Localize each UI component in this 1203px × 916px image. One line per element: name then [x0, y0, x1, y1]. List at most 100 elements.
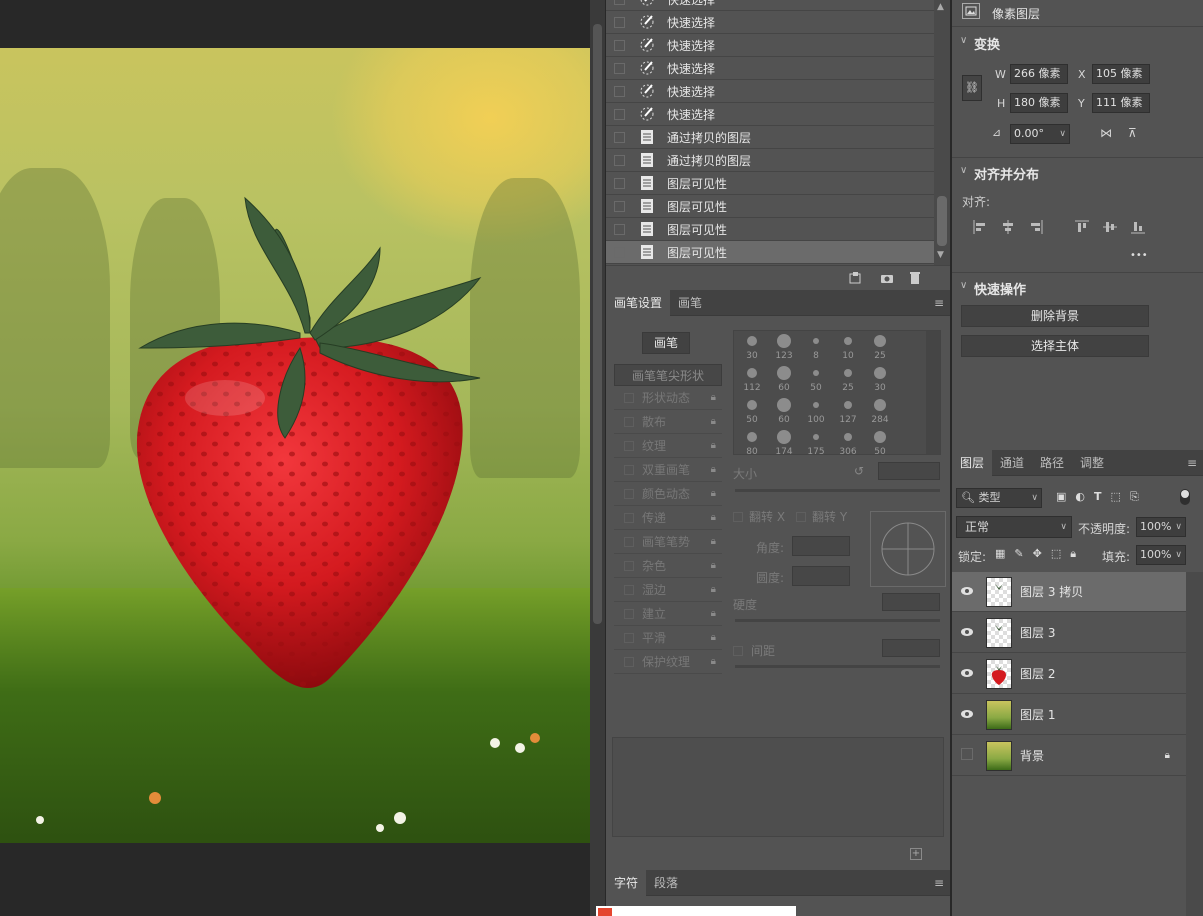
history-snapshot-checkbox[interactable]	[614, 0, 625, 5]
brush-option-item[interactable]: 杂色 🔒︎	[614, 554, 722, 578]
scroll-thumb[interactable]	[593, 24, 602, 624]
align-bottom-icon[interactable]	[1124, 220, 1152, 234]
brush-option-checkbox[interactable]	[624, 608, 634, 619]
brush-option-item[interactable]: 颜色动态 🔒︎	[614, 482, 722, 506]
flip-horizontal-icon[interactable]: ⋈	[1100, 126, 1112, 140]
lock-all-icon[interactable]: 🔒︎	[1070, 547, 1076, 561]
history-snapshot-checkbox[interactable]	[614, 223, 625, 235]
align-vertical-center-icon[interactable]	[1096, 220, 1124, 234]
brush-option-item[interactable]: 双重画笔 🔒︎	[614, 458, 722, 482]
spacing-input[interactable]	[882, 639, 940, 657]
lock-icon[interactable]: 🔒︎	[711, 632, 716, 643]
flip-y-option[interactable]: 翻转 Y	[796, 508, 847, 525]
history-snapshot-checkbox[interactable]	[614, 108, 625, 120]
eye-icon[interactable]	[952, 626, 982, 640]
panel-menu-icon[interactable]: ≡	[934, 876, 944, 890]
reset-icon[interactable]: ↺	[854, 464, 864, 478]
brush-option-item[interactable]: 湿边 🔒︎	[614, 578, 722, 602]
lock-icon[interactable]: 🔒︎	[711, 536, 716, 547]
brush-preset[interactable]: 127	[832, 395, 864, 427]
brush-preset[interactable]: 30	[864, 363, 896, 395]
tab-channels[interactable]: 通道	[992, 450, 1032, 476]
angle-input[interactable]	[792, 536, 850, 556]
brush-preset[interactable]: 80	[736, 427, 768, 454]
canvas-scrollbar[interactable]	[590, 0, 605, 916]
brush-preset[interactable]: 174	[768, 427, 800, 454]
lock-icon[interactable]: 🔒︎	[711, 560, 716, 571]
panel-menu-icon[interactable]: ≡	[1187, 456, 1197, 470]
layer-row[interactable]: 图层 3 拷贝	[952, 572, 1186, 612]
tab-layers[interactable]: 图层	[952, 449, 993, 476]
brush-preset-grid[interactable]: 30 123 8 10 25 112 60 50 25 30 50 60 100 127 284 80 174 1…	[733, 330, 941, 455]
brush-option-checkbox[interactable]	[624, 488, 634, 499]
brush-preset[interactable]: 50	[800, 363, 832, 395]
lock-position-icon[interactable]: ✥	[1033, 547, 1042, 561]
lock-icon[interactable]: 🔒︎	[711, 440, 716, 451]
spacing-slider[interactable]	[735, 665, 940, 668]
scroll-thumb[interactable]	[937, 196, 947, 246]
lock-icon[interactable]: 🔒︎	[711, 656, 716, 667]
x-input[interactable]: 105 像素	[1092, 64, 1150, 84]
tab-brushes[interactable]: 画笔	[670, 290, 710, 316]
history-item[interactable]: 图层可见性	[606, 241, 934, 264]
brush-preset[interactable]: 30	[736, 331, 768, 363]
brush-option-checkbox[interactable]	[624, 656, 634, 667]
chevron-down-icon[interactable]: ∨	[960, 280, 967, 291]
tab-character[interactable]: 字符	[606, 869, 647, 896]
brush-option-item[interactable]: 传递 🔒︎	[614, 506, 722, 530]
tab-adjustments[interactable]: 调整	[1072, 450, 1112, 476]
lock-icon[interactable]: 🔒︎	[711, 416, 716, 427]
brush-option-item[interactable]: 画笔笔势 🔒︎	[614, 530, 722, 554]
brush-option-checkbox[interactable]	[624, 440, 634, 451]
canvas-image[interactable]	[0, 48, 590, 843]
history-item[interactable]: 通过拷贝的图层	[606, 149, 934, 172]
visibility-off-icon[interactable]	[952, 748, 982, 763]
layers-scrollbar[interactable]	[1186, 572, 1203, 916]
filter-kind-select[interactable]: 🔍︎ 类型 ∨	[956, 488, 1042, 508]
brush-preset[interactable]: 60	[768, 363, 800, 395]
brush-preset[interactable]: 284	[864, 395, 896, 427]
history-snapshot-checkbox[interactable]	[614, 200, 625, 212]
size-input[interactable]	[878, 462, 940, 480]
filter-pixel-icon[interactable]: ▣	[1056, 490, 1066, 504]
lock-icon[interactable]: 🔒︎	[711, 488, 716, 499]
lock-icon[interactable]: 🔒︎	[711, 464, 716, 475]
history-item[interactable]: 快速选择	[606, 80, 934, 103]
brush-preset[interactable]: 50	[864, 427, 896, 454]
create-new-brush-icon[interactable]: +	[910, 848, 922, 860]
history-snapshot-checkbox[interactable]	[614, 62, 625, 74]
lock-image-icon[interactable]: ✎	[1014, 547, 1023, 561]
eye-icon[interactable]	[952, 667, 982, 681]
history-item[interactable]: 快速选择	[606, 0, 934, 11]
history-item[interactable]: 图层可见性	[606, 195, 934, 218]
filter-type-icon[interactable]: T	[1094, 490, 1102, 504]
trash-icon[interactable]	[906, 270, 924, 286]
brush-preset[interactable]: 50	[736, 395, 768, 427]
brush-option-item[interactable]: 保护纹理 🔒︎	[614, 650, 722, 674]
history-item[interactable]: 快速选择	[606, 57, 934, 80]
brush-option-item[interactable]: 建立 🔒︎	[614, 602, 722, 626]
layer-row[interactable]: 图层 1	[952, 695, 1186, 735]
height-input[interactable]: 180 像素	[1010, 93, 1068, 113]
lock-artboard-icon[interactable]: ⬚	[1051, 547, 1061, 561]
chevron-down-icon[interactable]: ∨	[960, 35, 967, 46]
more-options-icon[interactable]: •••	[1130, 250, 1148, 261]
flip-y-checkbox[interactable]	[796, 511, 806, 522]
brush-preset[interactable]: 112	[736, 363, 768, 395]
layer-thumbnail[interactable]	[986, 658, 1012, 689]
brush-option-item[interactable]: 纹理 🔒︎	[614, 434, 722, 458]
history-snapshot-checkbox[interactable]	[614, 177, 625, 189]
brush-preset[interactable]: 60	[768, 395, 800, 427]
rotation-input[interactable]: 0.00° ∨	[1010, 124, 1070, 144]
filter-shape-icon[interactable]: ⬚	[1111, 490, 1121, 504]
panel-menu-icon[interactable]: ≡	[934, 296, 944, 310]
align-right-icon[interactable]	[1022, 220, 1050, 234]
width-input[interactable]: 266 像素	[1010, 64, 1068, 84]
link-icon[interactable]: ⛓	[962, 75, 982, 101]
brush-preset[interactable]: 10	[832, 331, 864, 363]
spacing-checkbox[interactable]	[733, 645, 743, 656]
history-snapshot-checkbox[interactable]	[614, 246, 625, 258]
brush-preset[interactable]: 306	[832, 427, 864, 454]
layer-row[interactable]: 背景 🔒︎	[952, 736, 1186, 776]
flip-x-option[interactable]: 翻转 X	[733, 508, 785, 525]
